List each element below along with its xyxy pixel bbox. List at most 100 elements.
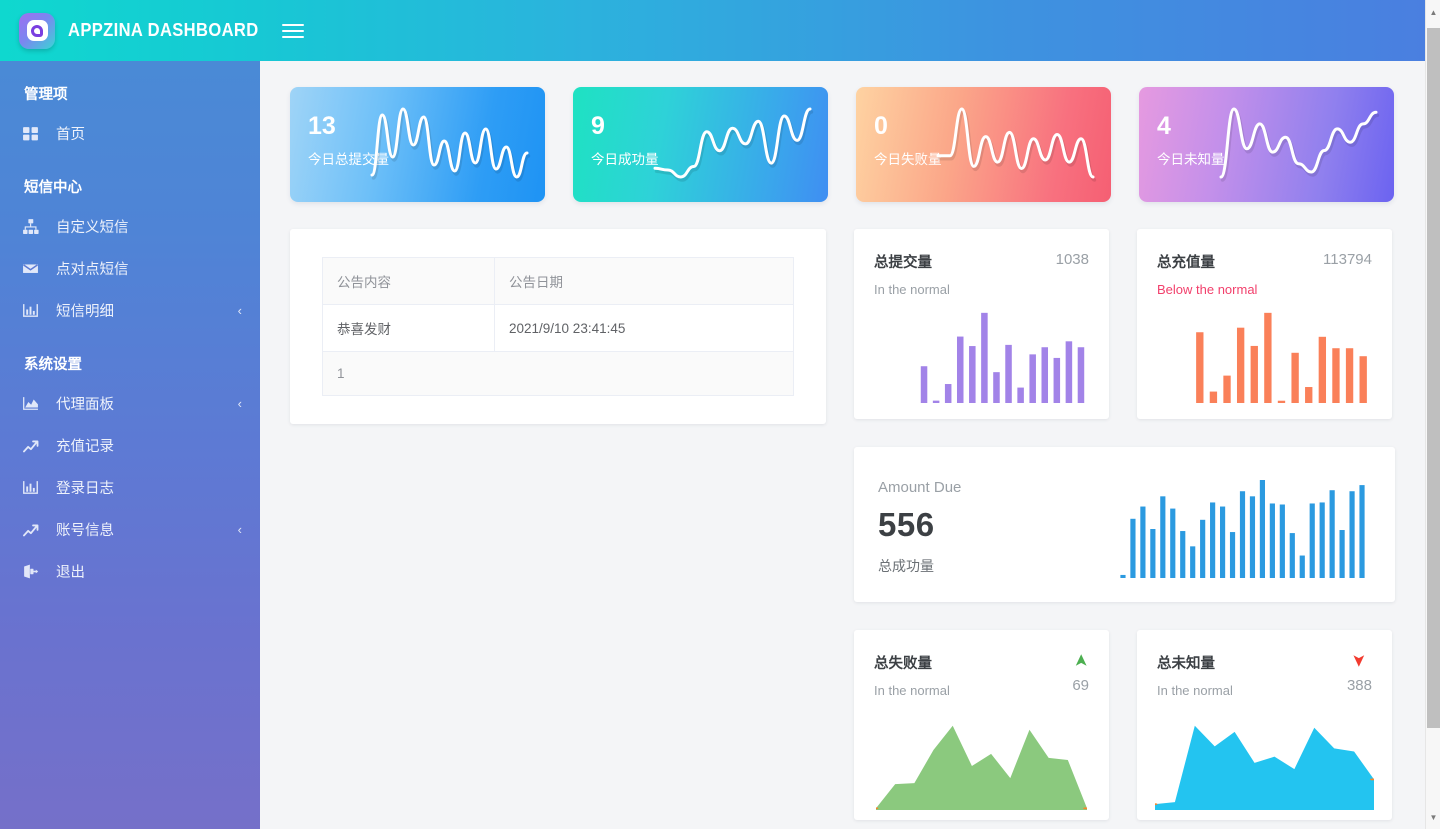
- announcement-table-body: 恭喜发财 2021/9/10 23:41:45 1: [322, 304, 794, 396]
- metrics-row-bottom: 总失败量 In the normal ➤ 69 总未知量 In the norm…: [854, 630, 1395, 820]
- metric-header: 总提交量 1038: [874, 251, 1089, 272]
- metric-card-recharge: 总充值量 113794 Below the normal: [1137, 229, 1392, 419]
- sidebar-item-3[interactable]: 账号信息 ‹: [0, 508, 260, 550]
- metric-status: In the normal: [874, 683, 950, 698]
- amount-due-value: 556: [878, 506, 935, 543]
- stat-card-3[interactable]: 4 今日未知量: [1139, 87, 1394, 202]
- cell-content: 恭喜发财: [322, 304, 495, 352]
- line-chart-up-icon: [22, 521, 48, 538]
- amount-due-label: Amount Due: [878, 479, 962, 496]
- arrow-up-icon: ➤: [1071, 653, 1091, 668]
- left-column: 公告内容 公告日期 恭喜发财 2021/9/10 23:41:45 1: [290, 229, 826, 424]
- hamburger-menu-icon[interactable]: [282, 21, 304, 41]
- metric-header: 总失败量 In the normal ➤ 69: [874, 652, 1091, 698]
- hamburger-line: [282, 23, 304, 26]
- metric-bar-chart-submitted: [854, 311, 1109, 403]
- amount-due-sublabel: 总成功量: [878, 558, 934, 574]
- sidebar-item-label: 账号信息: [56, 522, 114, 539]
- table-row: 恭喜发财 2021/9/10 23:41:45: [322, 304, 794, 352]
- scroll-up-arrow-icon[interactable]: ▲: [1426, 4, 1440, 20]
- sidebar-item-2[interactable]: 短信明细 ‹: [0, 289, 260, 331]
- stat-sparkline-chart: [928, 95, 1103, 195]
- sidebar-section-title: 管理项: [24, 87, 68, 103]
- hamburger-line: [282, 35, 304, 38]
- bar-chart-icon: [22, 479, 48, 496]
- sidebar-item-label: 充值记录: [56, 438, 114, 455]
- metric-title: 总未知量: [1157, 656, 1215, 672]
- sidebar-item-label: 首页: [56, 126, 85, 143]
- brand-area[interactable]: APPZINA DASHBOARD: [0, 12, 260, 49]
- metric-value: 69: [1072, 677, 1089, 694]
- stat-sparkline-chart: [645, 95, 820, 195]
- sidebar-item-label: 代理面板: [56, 396, 114, 413]
- metric-value: 1038: [1055, 251, 1089, 268]
- scroll-down-arrow-icon[interactable]: ▼: [1426, 809, 1440, 825]
- dashboard-page: APPZINA DASHBOARD 管理项首页短信中心自定义短信点对点短信短信明…: [0, 0, 1440, 829]
- top-header-bar: APPZINA DASHBOARD: [0, 0, 1425, 61]
- sidebar-item-1[interactable]: 充值记录: [0, 424, 260, 466]
- sidebar-item-label: 登录日志: [56, 480, 114, 497]
- sidebar-section-title: 短信中心: [24, 180, 82, 196]
- stat-card-2[interactable]: 0 今日失败量: [856, 87, 1111, 202]
- bar-chart-icon: [22, 302, 48, 319]
- sidebar-section-title: 系统设置: [24, 357, 82, 373]
- sidebar-item-1[interactable]: 点对点短信: [0, 247, 260, 289]
- sidebar-item-label: 自定义短信: [56, 219, 129, 236]
- metric-status: Below the normal: [1157, 282, 1258, 297]
- envelope-icon: [22, 260, 48, 277]
- metric-trend-group: ➤ 388: [1347, 652, 1372, 694]
- stat-card-1[interactable]: 9 今日成功量: [573, 87, 828, 202]
- sidebar-item-0[interactable]: 代理面板 ‹: [0, 382, 260, 424]
- amount-due-card: Amount Due 556 总成功量: [854, 447, 1395, 602]
- content-row: 公告内容 公告日期 恭喜发财2021/9/10 23:41:451 总提交量: [290, 229, 1397, 820]
- scrollbar-thumb[interactable]: [1427, 28, 1440, 728]
- pagination-indicator[interactable]: 1: [322, 351, 794, 396]
- metrics-row-top: 总提交量 1038 In the normal 总充值量 113794 Belo…: [854, 229, 1395, 419]
- appzina-logo-icon: [19, 12, 55, 49]
- stat-card-0[interactable]: 13 今日总提交量: [290, 87, 545, 202]
- sidebar-item-4[interactable]: 退出: [0, 550, 260, 592]
- metric-value: 113794: [1323, 251, 1372, 268]
- metric-header: 总充值量 113794: [1157, 251, 1372, 272]
- table-header-row: 公告内容 公告日期: [322, 257, 794, 305]
- sidebar-item-label: 退出: [56, 564, 85, 581]
- metric-status: In the normal: [874, 282, 950, 297]
- sidebar-item-2[interactable]: 登录日志: [0, 466, 260, 508]
- table-footer-row: 1: [322, 351, 794, 396]
- grid-icon: [22, 125, 48, 142]
- metric-title: 总提交量: [874, 255, 932, 271]
- metric-title: 总失败量: [874, 656, 932, 672]
- sidebar-item-label: 短信明细: [56, 303, 114, 320]
- brand-title: APPZINA DASHBOARD: [68, 20, 259, 40]
- announcement-table: 公告内容 公告日期 恭喜发财 2021/9/10 23:41:45 1: [322, 257, 794, 396]
- metric-value: 388: [1346, 677, 1372, 694]
- sidebar-item-0[interactable]: 自定义短信: [0, 205, 260, 247]
- stat-sparkline-chart: [1211, 95, 1386, 195]
- announcement-card: 公告内容 公告日期 恭喜发财 2021/9/10 23:41:45 1: [290, 229, 826, 424]
- logo-inner-square: [26, 20, 48, 41]
- stat-sparkline-chart: [362, 95, 537, 195]
- line-chart-up-icon: [22, 437, 48, 454]
- metric-header: 总未知量 In the normal ➤ 388: [1157, 652, 1372, 698]
- chevron-left-icon[interactable]: ‹: [238, 397, 242, 410]
- right-column: 总提交量 1038 In the normal 总充值量 113794 Belo…: [854, 229, 1395, 820]
- stat-cards-row: 13 今日总提交量 9 今日成功量 0 今日失败量 4 今日未知量: [290, 87, 1397, 202]
- sidebar-item-label: 点对点短信: [56, 261, 129, 278]
- metric-trend-group: ➤ 69: [1071, 652, 1091, 694]
- cell-date: 2021/9/10 23:41:45: [494, 304, 794, 352]
- column-header-content: 公告内容: [322, 257, 495, 305]
- sign-out-icon: [22, 563, 48, 580]
- amount-due-bar-chart: [1118, 478, 1367, 578]
- metric-card-failed: 总失败量 In the normal ➤ 69: [854, 630, 1109, 820]
- hamburger-line: [282, 29, 304, 32]
- area-chart-icon: [22, 395, 48, 412]
- metric-area-chart-failed: [876, 724, 1087, 810]
- logo-speech-bubble-glyph: [31, 24, 43, 37]
- sidebar-item-0[interactable]: 首页: [0, 112, 260, 154]
- metric-area-chart-unknown: [1155, 724, 1374, 810]
- chevron-left-icon[interactable]: ‹: [238, 523, 242, 536]
- page-scrollbar[interactable]: ▲ ▼: [1425, 0, 1440, 829]
- chevron-left-icon[interactable]: ‹: [238, 304, 242, 317]
- metric-bar-chart-recharge: [1137, 311, 1392, 403]
- metric-card-unknown: 总未知量 In the normal ➤ 388: [1137, 630, 1392, 820]
